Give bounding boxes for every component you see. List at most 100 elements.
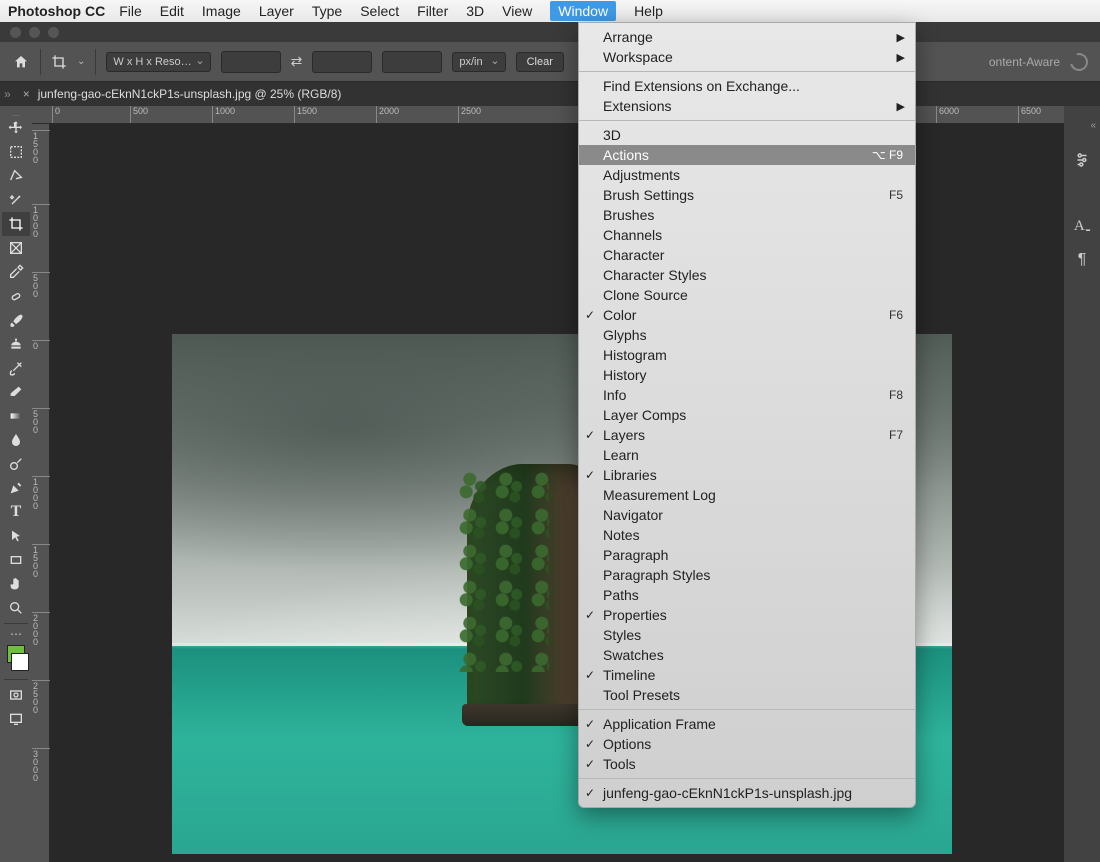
crop-ratio-dropdown[interactable]: W x H x Reso… (106, 52, 210, 72)
tool-frame[interactable] (2, 236, 30, 260)
window-menu-item[interactable]: ✓Properties (579, 605, 915, 625)
tab-overflow-icon[interactable]: » (4, 87, 11, 101)
window-menu-item[interactable]: Styles (579, 625, 915, 645)
tool-magic-wand[interactable] (2, 188, 30, 212)
tool-blur[interactable] (2, 428, 30, 452)
tool-history-brush[interactable] (2, 356, 30, 380)
home-icon[interactable] (12, 54, 30, 70)
tool-quickmask[interactable] (2, 683, 30, 707)
crop-resolution-input[interactable] (382, 51, 442, 73)
menu-image[interactable]: Image (202, 3, 241, 19)
document-tab-bar: » × junfeng-gao-cEknN1ckP1s-unsplash.jpg… (0, 82, 1100, 106)
menu-help[interactable]: Help (634, 3, 663, 19)
window-menu-item[interactable]: ✓Application Frame (579, 714, 915, 734)
swap-dimensions-icon[interactable]: ⇄ (291, 53, 303, 70)
crop-tool-icon[interactable] (51, 54, 67, 70)
close-tab-icon[interactable]: × (23, 87, 30, 101)
window-menu-item[interactable]: Clone Source (579, 285, 915, 305)
tool-hand[interactable] (2, 572, 30, 596)
menu-edit[interactable]: Edit (160, 3, 184, 19)
tool-move[interactable] (2, 116, 30, 140)
traffic-light-close[interactable] (10, 27, 21, 38)
collapse-panels-icon[interactable]: « (1090, 120, 1096, 131)
tool-clone[interactable] (2, 332, 30, 356)
window-menu-item[interactable]: Swatches (579, 645, 915, 665)
tool-eyedropper[interactable] (2, 260, 30, 284)
crop-clear-button[interactable]: Clear (516, 52, 564, 72)
menu-type[interactable]: Type (312, 3, 342, 19)
window-menu-item[interactable]: Learn (579, 445, 915, 465)
tool-pen[interactable] (2, 476, 30, 500)
window-menu-item[interactable]: Workspace▶ (579, 47, 915, 67)
tool-rectangle[interactable] (2, 548, 30, 572)
window-menu-item[interactable]: Paragraph (579, 545, 915, 565)
window-menu-item[interactable]: Histogram (579, 345, 915, 365)
window-menu-item[interactable]: Character Styles (579, 265, 915, 285)
tool-screenmode[interactable] (2, 707, 30, 731)
window-menu-item[interactable]: ✓LayersF7 (579, 425, 915, 445)
panel-icon-paragraph[interactable]: ¶ (1072, 250, 1092, 270)
tool-dodge[interactable] (2, 452, 30, 476)
window-menu-item[interactable]: Navigator (579, 505, 915, 525)
content-aware-label: ontent-Aware (989, 55, 1060, 69)
traffic-light-max[interactable] (48, 27, 59, 38)
crop-width-input[interactable] (221, 51, 281, 73)
window-menu-item[interactable]: Brushes (579, 205, 915, 225)
window-menu-item[interactable]: Glyphs (579, 325, 915, 345)
window-menu-item[interactable]: ✓ColorF6 (579, 305, 915, 325)
window-menu-item[interactable]: History (579, 365, 915, 385)
window-menu-dropdown: Arrange▶Workspace▶ Find Extensions on Exc… (578, 22, 916, 808)
window-menu-item[interactable]: ✓junfeng-gao-cEknN1ckP1s-unsplash.jpg (579, 783, 915, 803)
window-menu-item[interactable]: Adjustments (579, 165, 915, 185)
window-menu-item[interactable]: Find Extensions on Exchange... (579, 76, 915, 96)
window-menu-item[interactable]: 3D (579, 125, 915, 145)
window-menu-item[interactable]: Paragraph Styles (579, 565, 915, 585)
app-name: Photoshop CC (8, 3, 105, 19)
tool-brush[interactable] (2, 308, 30, 332)
tool-zoom[interactable] (2, 596, 30, 620)
menu-layer[interactable]: Layer (259, 3, 294, 19)
window-menu-item[interactable]: ✓Options (579, 734, 915, 754)
tool-healing[interactable] (2, 284, 30, 308)
options-bar: ⌄ W x H x Reso… ⇄ px/in Clear ontent-Awa… (0, 42, 1100, 82)
menu-view[interactable]: View (502, 3, 532, 19)
traffic-light-min[interactable] (29, 27, 40, 38)
menu-file[interactable]: File (119, 3, 142, 19)
window-menu-item[interactable]: Paths (579, 585, 915, 605)
menu-select[interactable]: Select (360, 3, 399, 19)
menu-3d[interactable]: 3D (466, 3, 484, 19)
window-menu-item[interactable]: Extensions▶ (579, 96, 915, 116)
tool-lasso[interactable] (2, 164, 30, 188)
tool-type[interactable]: T (2, 500, 30, 524)
reset-icon[interactable] (1067, 49, 1092, 74)
tool-path-select[interactable] (2, 524, 30, 548)
menu-window[interactable]: Window (550, 1, 616, 21)
panel-icon-character[interactable]: A_ (1072, 216, 1092, 236)
window-menu-item[interactable]: Measurement Log (579, 485, 915, 505)
tool-more-icon[interactable]: ⋯ (10, 627, 22, 641)
window-menu-item[interactable]: Actions⌥ F9 (579, 145, 915, 165)
document-tab[interactable]: × junfeng-gao-cEknN1ckP1s-unsplash.jpg @… (11, 87, 354, 101)
window-menu-item[interactable]: Layer Comps (579, 405, 915, 425)
tool-crop[interactable] (2, 212, 30, 236)
window-menu-item[interactable]: Tool Presets (579, 685, 915, 705)
tool-marquee[interactable] (2, 140, 30, 164)
window-menu-item[interactable]: Channels (579, 225, 915, 245)
window-menu-item[interactable]: ✓Timeline (579, 665, 915, 685)
color-swatches[interactable] (3, 645, 29, 671)
window-menu-item[interactable]: Arrange▶ (579, 27, 915, 47)
window-menu-item[interactable]: ✓Libraries (579, 465, 915, 485)
window-menu-item[interactable]: Character (579, 245, 915, 265)
tool-gradient[interactable] (2, 404, 30, 428)
crop-height-input[interactable] (312, 51, 372, 73)
menu-filter[interactable]: Filter (417, 3, 448, 19)
window-menu-item[interactable]: InfoF8 (579, 385, 915, 405)
window-menu-item[interactable]: Notes (579, 525, 915, 545)
panel-icon-properties[interactable] (1072, 150, 1092, 170)
background-swatch[interactable] (11, 653, 29, 671)
window-menu-item[interactable]: ✓Tools (579, 754, 915, 774)
window-menu-item[interactable]: Brush SettingsF5 (579, 185, 915, 205)
macos-menubar: Photoshop CC File Edit Image Layer Type … (0, 0, 1100, 22)
tool-eraser[interactable] (2, 380, 30, 404)
crop-unit-dropdown[interactable]: px/in (452, 52, 505, 72)
